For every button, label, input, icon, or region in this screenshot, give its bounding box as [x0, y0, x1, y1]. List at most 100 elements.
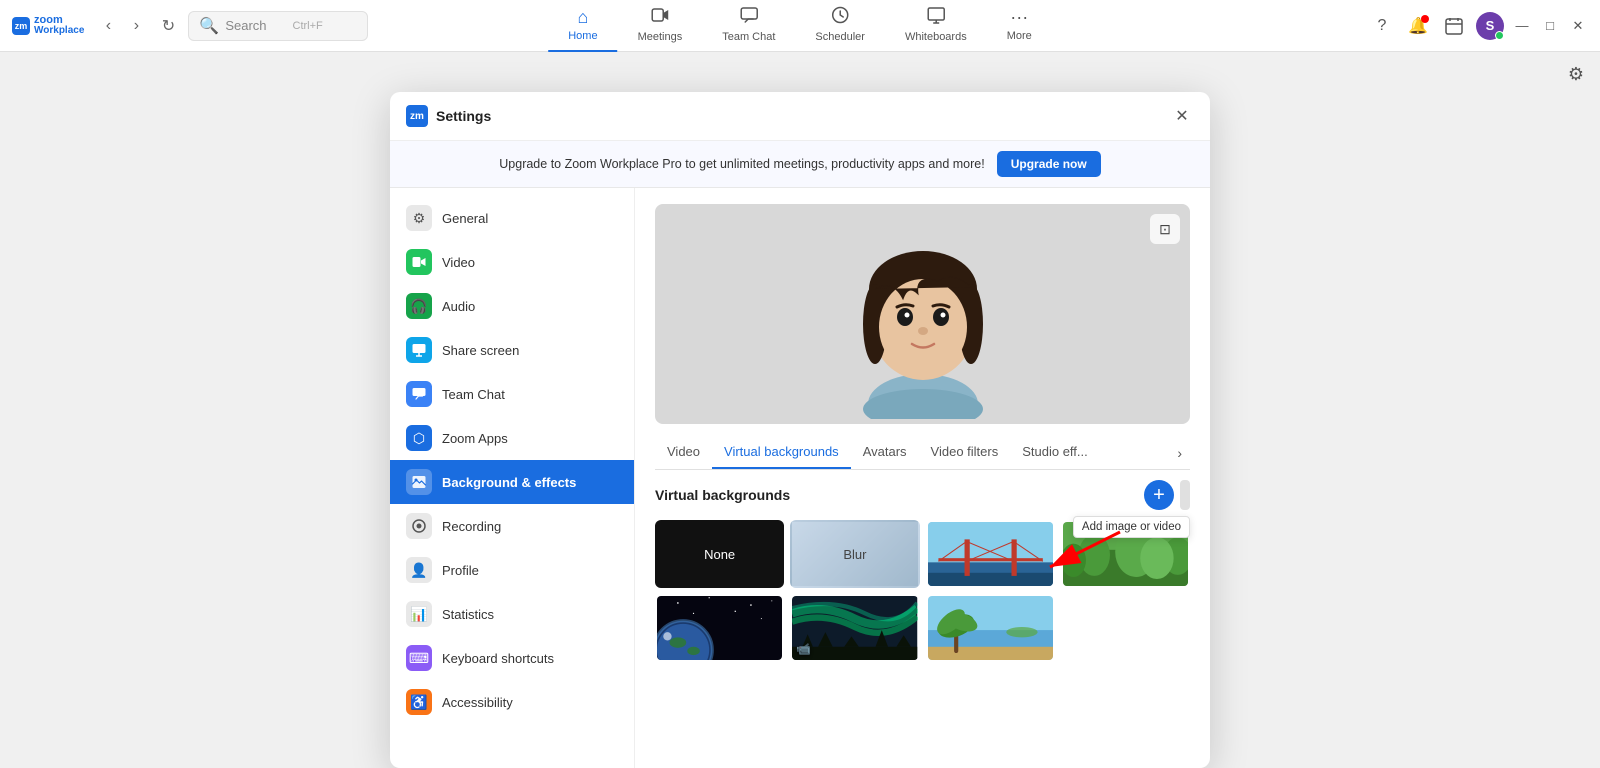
nav-back-button[interactable]: ‹: [96, 14, 120, 38]
sidebar-item-accessibility[interactable]: ♿ Accessibility: [390, 680, 634, 724]
accessibility-icon: ♿: [406, 689, 432, 715]
settings-content: ⊡: [635, 188, 1210, 768]
sidebar-label-background-effects: Background & effects: [442, 475, 576, 490]
sidebar-item-team-chat[interactable]: Team Chat: [390, 372, 634, 416]
notification-badge: [1421, 15, 1429, 23]
topbar-right: ? 🔔 S — □ ✕: [1368, 12, 1588, 40]
scrollbar-thumb: [1180, 480, 1190, 510]
tab-avatars[interactable]: Avatars: [851, 436, 919, 469]
background-grid: None Blur: [655, 520, 1190, 662]
zoom-apps-icon: ⬡: [406, 425, 432, 451]
sidebar-item-keyboard-shortcuts[interactable]: ⌨ Keyboard shortcuts: [390, 636, 634, 680]
video-icon: [406, 249, 432, 275]
modal-header: zm Settings ✕: [390, 92, 1210, 141]
background-bridge[interactable]: [926, 520, 1055, 588]
statistics-icon: 📊: [406, 601, 432, 627]
calendar-icon-button[interactable]: [1440, 12, 1468, 40]
vb-section-title: Virtual backgrounds: [655, 487, 790, 503]
sidebar-label-accessibility: Accessibility: [442, 695, 513, 710]
share-screen-icon: [406, 337, 432, 363]
nav-tab-team-chat[interactable]: Team Chat: [702, 0, 795, 52]
sidebar-label-profile: Profile: [442, 563, 479, 578]
sidebar-item-audio[interactable]: 🎧 Audio: [390, 284, 634, 328]
tab-video-filters[interactable]: Video filters: [919, 436, 1011, 469]
avatar-initial: S: [1486, 18, 1495, 33]
blur-label: Blur: [843, 547, 866, 562]
background-space[interactable]: [655, 594, 784, 662]
maximize-button[interactable]: □: [1540, 16, 1560, 36]
modal-logo: zm: [406, 105, 428, 127]
nav-tab-scheduler[interactable]: Scheduler: [795, 0, 885, 52]
add-background-button[interactable]: + Add image or video: [1144, 480, 1174, 510]
nav-history-button[interactable]: ↻: [156, 14, 180, 38]
whiteboards-icon: [927, 6, 945, 29]
nav-tab-more[interactable]: ··· More: [987, 0, 1052, 52]
add-tooltip: Add image or video: [1073, 516, 1190, 538]
tab-virtual-backgrounds[interactable]: Virtual backgrounds: [712, 436, 851, 469]
user-avatar[interactable]: S: [1476, 12, 1504, 40]
nav-scheduler-label: Scheduler: [815, 31, 865, 43]
sidebar-label-keyboard-shortcuts: Keyboard shortcuts: [442, 651, 554, 666]
preview-expand-button[interactable]: ⊡: [1150, 214, 1180, 244]
virtual-backgrounds-header: Virtual backgrounds + Add image or video: [655, 480, 1190, 510]
meetings-icon: [651, 6, 669, 29]
sidebar-label-statistics: Statistics: [442, 607, 494, 622]
nav-more-label: More: [1007, 30, 1032, 42]
main-area: ⚙ zm Settings ✕ Upgrade to Zoom Workplac…: [0, 52, 1600, 762]
tab-studio-effects[interactable]: Studio eff...: [1010, 436, 1100, 469]
team-chat-icon: [740, 6, 758, 29]
nav-tab-meetings[interactable]: Meetings: [618, 0, 703, 52]
sidebar-item-profile[interactable]: 👤 Profile: [390, 548, 634, 592]
tab-video[interactable]: Video: [655, 436, 712, 469]
minimize-button[interactable]: —: [1512, 16, 1532, 36]
sidebar-item-statistics[interactable]: 📊 Statistics: [390, 592, 634, 636]
topbar: zm zoom Workplace ‹ › ↻ 🔍 Search Ctrl+F …: [0, 0, 1600, 52]
sidebar-item-zoom-apps[interactable]: ⬡ Zoom Apps: [390, 416, 634, 460]
background-none[interactable]: None: [655, 520, 784, 588]
nav-tab-whiteboards[interactable]: Whiteboards: [885, 0, 987, 52]
center-nav: ⌂ Home Meetings Team Chat Scheduler Wh: [548, 0, 1052, 52]
nav-teamchat-label: Team Chat: [722, 31, 775, 43]
upgrade-now-button[interactable]: Upgrade now: [997, 151, 1101, 177]
home-icon: ⌂: [577, 7, 588, 28]
user-status-indicator: [1495, 31, 1504, 40]
background-effects-icon: [406, 469, 432, 495]
audio-icon: 🎧: [406, 293, 432, 319]
settings-modal: zm Settings ✕ Upgrade to Zoom Workplace …: [390, 92, 1210, 768]
sidebar-item-recording[interactable]: Recording: [390, 504, 634, 548]
upgrade-text: Upgrade to Zoom Workplace Pro to get unl…: [499, 157, 984, 171]
background-blur[interactable]: Blur: [790, 520, 919, 588]
general-icon: ⚙: [406, 205, 432, 231]
modal-close-button[interactable]: ✕: [1170, 104, 1194, 128]
avatar-cartoon: [823, 209, 1023, 419]
sidebar-item-share-screen[interactable]: Share screen: [390, 328, 634, 372]
search-bar[interactable]: 🔍 Search Ctrl+F: [188, 11, 368, 41]
app-sub: Workplace: [34, 26, 84, 36]
gear-settings-button[interactable]: ⚙: [1568, 64, 1584, 85]
app-logo: zm zoom Workplace: [12, 15, 84, 36]
nav-forward-button[interactable]: ›: [124, 14, 148, 38]
sidebar-item-general[interactable]: ⚙ General: [390, 196, 634, 240]
search-shortcut: Ctrl+F: [293, 20, 323, 32]
sidebar-label-general: General: [442, 211, 488, 226]
background-beach[interactable]: [926, 594, 1055, 662]
zoom-logo-icon: zm: [12, 17, 30, 35]
tabs-more-button[interactable]: ›: [1169, 439, 1190, 467]
nav-tab-home[interactable]: ⌂ Home: [548, 0, 617, 52]
background-aurora[interactable]: 📹: [790, 594, 919, 662]
profile-icon: 👤: [406, 557, 432, 583]
none-label: None: [704, 547, 735, 562]
sidebar-label-team-chat: Team Chat: [442, 387, 505, 402]
upgrade-banner: Upgrade to Zoom Workplace Pro to get unl…: [390, 141, 1210, 188]
close-button[interactable]: ✕: [1568, 16, 1588, 36]
sidebar-item-video[interactable]: Video: [390, 240, 634, 284]
video-icon-overlay: 📹: [796, 642, 811, 656]
keyboard-shortcuts-icon: ⌨: [406, 645, 432, 671]
sidebar-label-share-screen: Share screen: [442, 343, 519, 358]
help-button[interactable]: ?: [1368, 12, 1396, 40]
notifications-button[interactable]: 🔔: [1404, 12, 1432, 40]
add-icon: +: [1153, 484, 1165, 507]
sidebar-item-background-effects[interactable]: Background & effects: [390, 460, 634, 504]
sidebar-label-recording: Recording: [442, 519, 501, 534]
nav-meetings-label: Meetings: [638, 31, 683, 43]
